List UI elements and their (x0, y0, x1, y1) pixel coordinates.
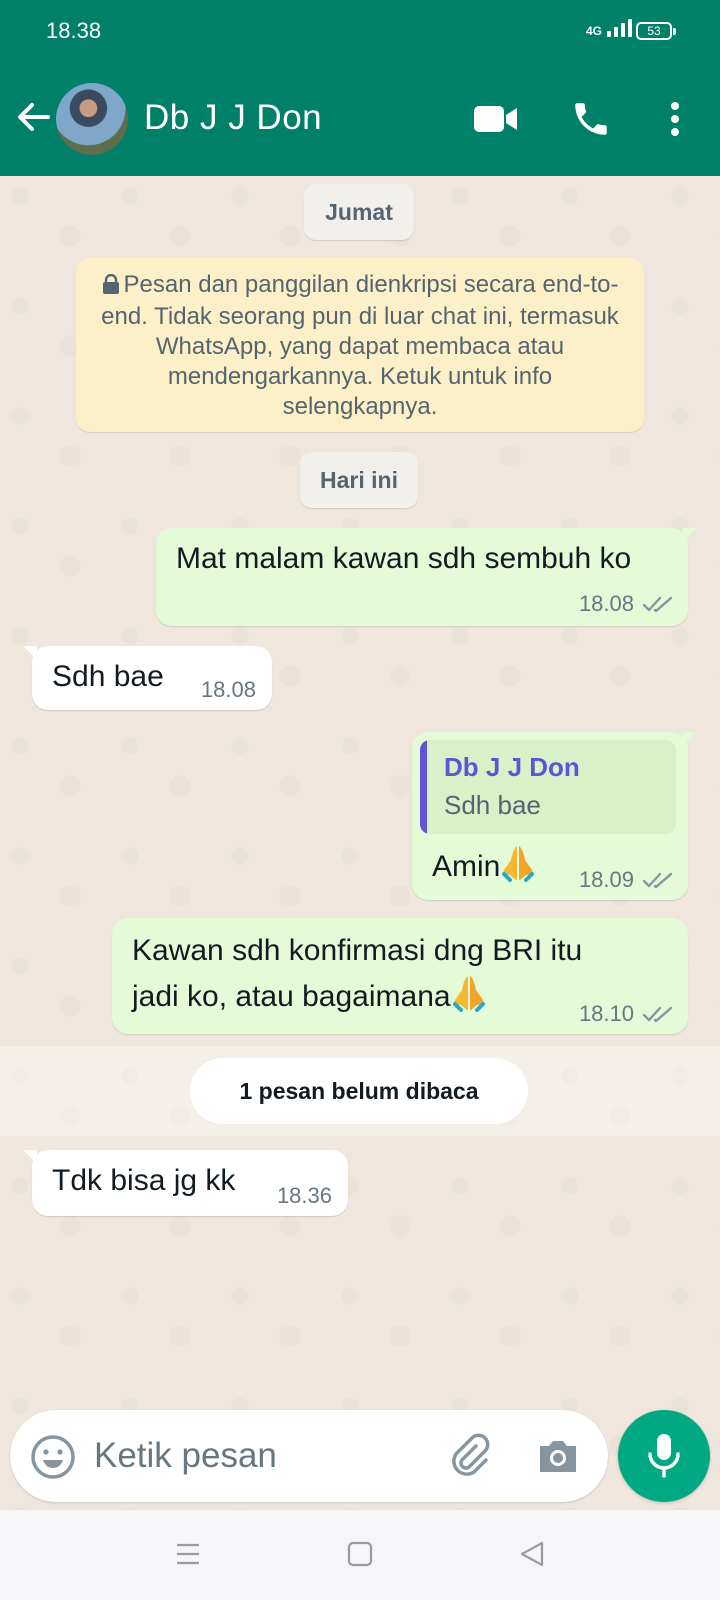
emoji-icon[interactable] (30, 1434, 76, 1480)
message-meta: 18.36 (277, 1184, 332, 1208)
nav-back-icon[interactable] (518, 1540, 546, 1568)
video-call-icon[interactable] (474, 102, 518, 136)
recent-apps-icon[interactable] (174, 1540, 202, 1568)
message-outgoing-reply[interactable]: Db J J Don Sdh bae Amin 18.09 (412, 732, 697, 900)
avatar[interactable] (56, 83, 128, 155)
message-composer (10, 1410, 608, 1502)
message-text-line: jadi ko, atau bagaimana (132, 980, 451, 1013)
back-arrow-icon[interactable] (14, 97, 54, 137)
message-incoming[interactable]: Sdh bae 18.08 (23, 646, 272, 710)
chat-area[interactable]: Jumat Pesan dan panggilan dienkripsi sec… (0, 176, 720, 1510)
message-meta: 18.08 (579, 592, 674, 616)
encryption-notice[interactable]: Pesan dan panggilan dienkripsi secara en… (76, 258, 644, 432)
date-chip: Hari ini (300, 452, 418, 508)
message-outgoing[interactable]: Mat malam kawan sdh sembuh ko 18.08 (156, 528, 697, 626)
encryption-notice-text: Pesan dan panggilan dienkripsi secara en… (101, 271, 619, 420)
message-incoming[interactable]: Tdk bisa jg kk 18.36 (23, 1150, 348, 1216)
signal-icon: 4G (586, 19, 633, 38)
status-bar: 18.38 4G 53 (0, 0, 720, 62)
home-icon[interactable] (346, 1540, 374, 1568)
message-text-line: Kawan sdh konfirmasi dng BRI itu (132, 934, 583, 967)
read-ticks-icon (642, 596, 673, 613)
read-ticks-icon (642, 872, 673, 889)
quoted-message[interactable]: Db J J Don Sdh bae (420, 740, 676, 834)
microphone-button[interactable] (618, 1410, 710, 1502)
camera-icon[interactable] (536, 1434, 580, 1478)
message-text-wrap: Amin (432, 844, 536, 889)
message-time: 18.08 (200, 677, 256, 702)
message-text: Amin (432, 850, 501, 883)
message-input[interactable] (94, 1428, 424, 1484)
chat-header: Db J J Don (0, 62, 720, 176)
message-text: Tdk bisa jg kk (52, 1164, 236, 1197)
more-options-icon[interactable] (660, 98, 690, 140)
phone-call-icon[interactable] (570, 98, 612, 140)
message-meta: 18.10 (579, 1002, 674, 1026)
battery-level: 53 (647, 24, 661, 38)
read-ticks-icon (642, 1006, 673, 1023)
attach-paperclip-icon[interactable] (446, 1432, 494, 1480)
message-text-wrap: jadi ko, atau bagaimana (132, 974, 487, 1019)
message-text: Sdh bae (52, 660, 164, 693)
quote-author: Db J J Don (444, 752, 580, 782)
message-meta: 18.09 (579, 868, 674, 892)
message-outgoing[interactable]: Kawan sdh konfirmasi dng BRI itu jadi ko… (112, 918, 688, 1034)
folded-hands-emoji-icon (502, 846, 535, 882)
microphone-icon (648, 1434, 680, 1478)
message-time: 18.10 (578, 1001, 634, 1026)
message-meta: 18.08 (201, 678, 256, 702)
message-time: 18.36 (276, 1183, 332, 1208)
contact-name[interactable]: Db J J Don (144, 98, 322, 138)
system-nav-bar (0, 1510, 720, 1600)
lock-icon (102, 272, 120, 302)
folded-hands-emoji-icon (452, 976, 485, 1012)
date-chip: Jumat (304, 184, 414, 240)
message-text: Mat malam kawan sdh sembuh ko (176, 542, 632, 575)
network-type: 4G (586, 24, 603, 38)
unread-messages-chip: 1 pesan belum dibaca (190, 1058, 528, 1124)
battery-icon: 53 (636, 22, 676, 40)
quote-text: Sdh bae (444, 790, 541, 820)
status-time: 18.38 (46, 18, 102, 43)
message-time: 18.08 (578, 591, 634, 616)
message-time: 18.09 (578, 867, 634, 892)
